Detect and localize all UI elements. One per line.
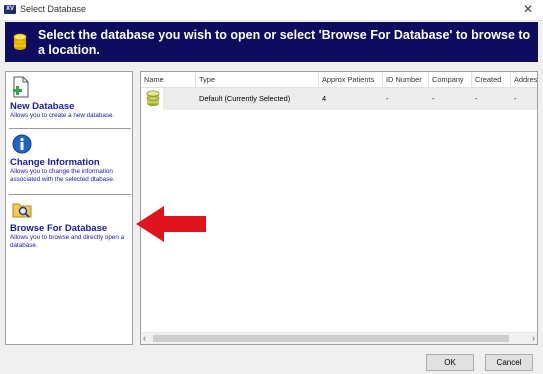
browse-for-database-description: Allows you to browse and directly open a… [10, 234, 125, 249]
new-database-icon [12, 76, 132, 100]
column-header-name[interactable]: Name [141, 72, 196, 88]
row-company-cell: - [429, 88, 472, 110]
change-information-description: Allows you to change the information ass… [10, 168, 115, 183]
column-header-address[interactable]: Address [511, 72, 537, 88]
change-information-title: Change Information [10, 157, 100, 168]
divider [9, 194, 131, 195]
table-row[interactable]: Default (Currently Selected) 4 - - - - [141, 88, 537, 110]
options-panel: New Database Allows you to create a new … [5, 71, 133, 345]
title-bar: XV Select Database ✕ [0, 0, 543, 21]
new-database-option[interactable]: New Database Allows you to create a new … [10, 76, 132, 120]
row-icon-cell [141, 88, 163, 110]
window-title: Select Database [20, 4, 87, 14]
banner-text: Select the database you wish to open or … [38, 28, 531, 57]
column-header-created[interactable]: Created [472, 72, 511, 88]
browse-for-database-option[interactable]: Browse For Database Allows you to browse… [10, 200, 132, 249]
horizontal-scrollbar[interactable]: ‹ › [141, 332, 537, 344]
scroll-left-icon[interactable]: ‹ [143, 333, 146, 344]
table-header: Name Type Approx Patients ID Number Comp… [141, 72, 537, 88]
database-icon [13, 33, 27, 53]
close-icon[interactable]: ✕ [523, 2, 533, 16]
browse-for-database-title: Browse For Database [10, 223, 108, 234]
cancel-button[interactable]: Cancel [485, 354, 533, 371]
scrollbar-thumb[interactable] [153, 335, 509, 342]
row-created-cell: - [472, 88, 511, 110]
info-icon [12, 134, 132, 156]
app-icon: XV [4, 5, 16, 14]
row-id-number-cell: - [383, 88, 429, 110]
row-approx-patients-cell: 4 [319, 88, 383, 110]
row-type-cell: Default (Currently Selected) [163, 88, 319, 110]
column-header-id-number[interactable]: ID Number [383, 72, 429, 88]
ok-button[interactable]: OK [426, 354, 474, 371]
column-header-company[interactable]: Company [429, 72, 472, 88]
scroll-right-icon[interactable]: › [532, 333, 535, 344]
header-banner: Select the database you wish to open or … [5, 22, 538, 62]
row-address-cell: - [511, 88, 537, 110]
column-header-type[interactable]: Type [196, 72, 319, 88]
annotation-arrow-icon [136, 206, 208, 244]
new-database-title: New Database [10, 101, 75, 112]
divider [9, 128, 131, 129]
column-header-approx-patients[interactable]: Approx Patients [319, 72, 383, 88]
change-information-option[interactable]: Change Information Allows you to change … [10, 134, 132, 183]
folder-search-icon [12, 200, 132, 222]
new-database-description: Allows you to create a new database. [10, 112, 115, 119]
